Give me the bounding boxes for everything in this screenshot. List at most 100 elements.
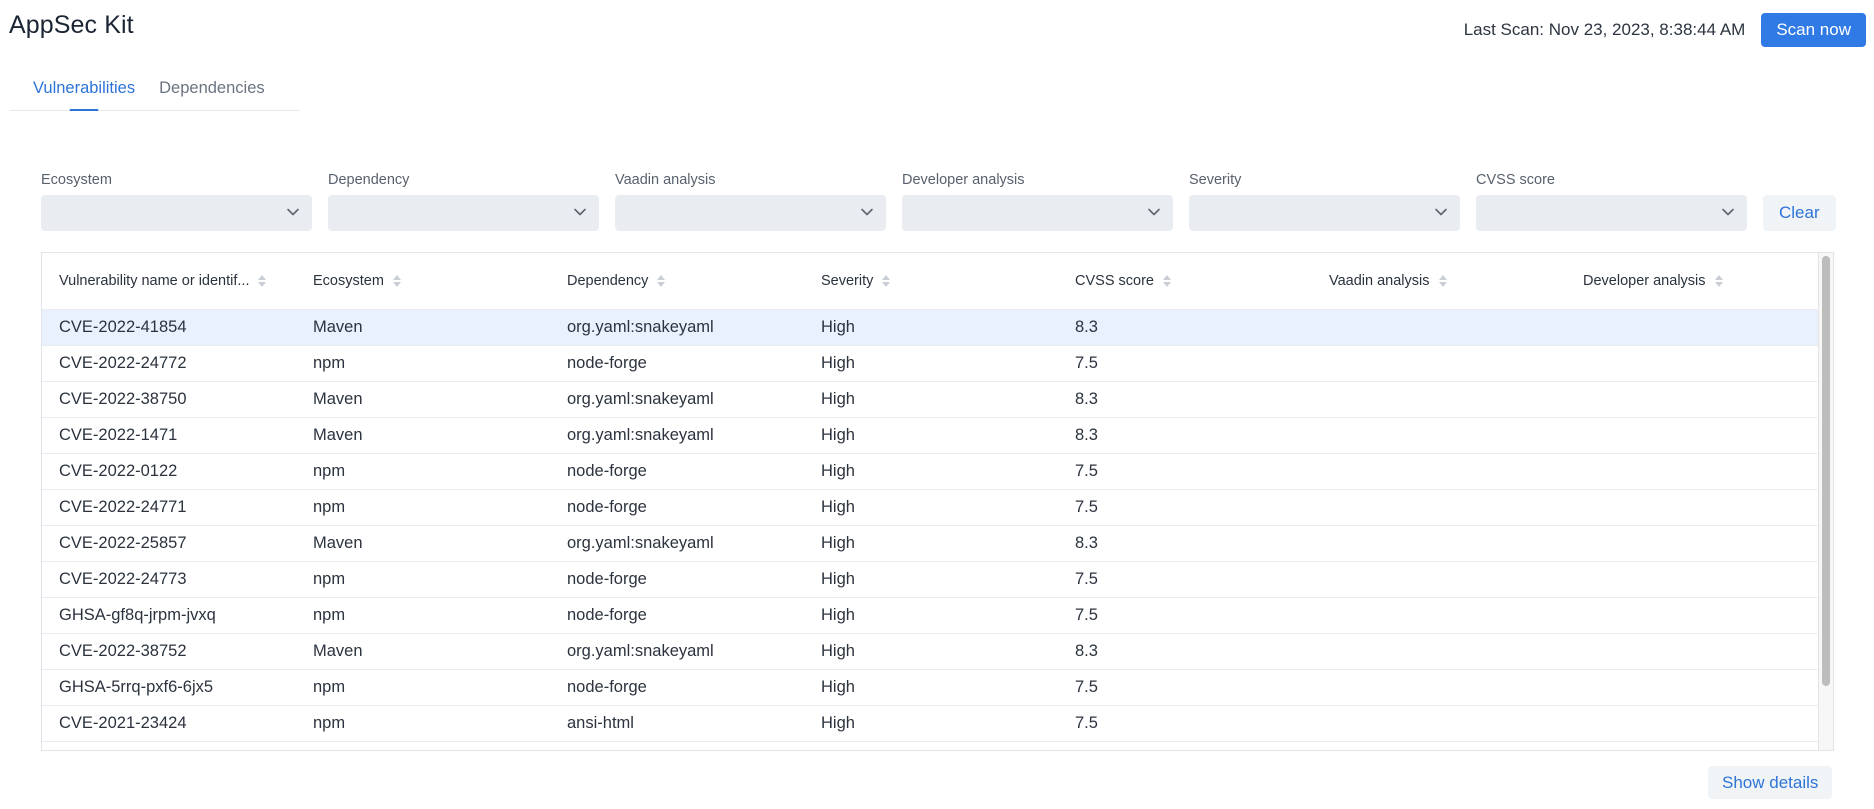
filter-developer-analysis: Developer analysis xyxy=(902,172,1173,231)
vaadin-analysis-select[interactable] xyxy=(615,195,886,231)
sort-icon[interactable] xyxy=(882,275,891,287)
header-actions: Last Scan: Nov 23, 2023, 8:38:44 AM Scan… xyxy=(1464,13,1866,47)
dependency-select[interactable] xyxy=(328,195,599,231)
scan-now-button[interactable]: Scan now xyxy=(1761,13,1866,47)
dependency-cell: org.yaml:snakeyaml xyxy=(567,642,714,660)
table-row[interactable]: GHSA-5rrq-pxf6-6jx5 npm node-forge High 7.5 xyxy=(42,670,1833,706)
table-row[interactable]: CVE-2022-25857 Maven org.yaml:snakeyaml Hig… xyxy=(42,526,1833,562)
ecosystem-cell: Maven xyxy=(313,534,363,552)
filter-label: Severity xyxy=(1189,172,1242,188)
dependency-cell: node-forge xyxy=(567,498,647,516)
column-header[interactable]: Severity xyxy=(804,273,1058,289)
sort-icon[interactable] xyxy=(392,275,401,287)
column-header-label: Dependency xyxy=(567,273,649,289)
cvss-score-cell: 8.3 xyxy=(1075,390,1098,408)
ecosystem-cell: Maven xyxy=(313,426,363,444)
severity-cell: High xyxy=(821,678,855,696)
severity-cell: High xyxy=(821,390,855,408)
filter-dependency: Dependency xyxy=(328,172,599,231)
severity-cell: High xyxy=(821,318,855,336)
filter-ecosystem: Ecosystem xyxy=(41,172,312,231)
cvss-score-cell: 7.5 xyxy=(1075,570,1098,588)
severity-cell: High xyxy=(821,354,855,372)
table-row[interactable]: CVE-2022-38750 Maven org.yaml:snakeyaml Hig… xyxy=(42,382,1833,418)
sort-icon[interactable] xyxy=(1714,275,1723,287)
table-row[interactable]: CVE-2022-1471 Maven org.yaml:snakeyaml High… xyxy=(42,418,1833,454)
chevron-down-icon xyxy=(287,208,299,216)
column-header-label: Developer analysis xyxy=(1583,273,1706,289)
vulnerabilities-grid: Vulnerability name or identif... Ecosyste… xyxy=(41,252,1834,751)
sort-icon[interactable] xyxy=(1162,275,1171,287)
cvss-score-select[interactable] xyxy=(1476,195,1747,231)
tab-vulnerabilities[interactable]: Vulnerabilities xyxy=(21,70,147,111)
column-header-label: Vulnerability name or identif... xyxy=(59,273,250,289)
last-scan-timestamp: Last Scan: Nov 23, 2023, 8:38:44 AM xyxy=(1463,20,1746,39)
ecosystem-cell: npm xyxy=(313,678,346,696)
column-header[interactable]: CVSS score xyxy=(1058,273,1312,289)
dependency-cell: node-forge xyxy=(567,606,647,624)
table-row[interactable]: CVE-2022-0122 npm node-forge High 7.5 xyxy=(42,454,1833,490)
vulnerability-id-cell: CVE-2022-24772 xyxy=(59,354,187,372)
dependency-cell: org.yaml:snakeyaml xyxy=(567,426,714,444)
scrollbar-thumb[interactable] xyxy=(1822,256,1830,686)
filter-label: Ecosystem xyxy=(41,172,112,188)
grid-header: Vulnerability name or identif... Ecosyste… xyxy=(42,253,1833,310)
severity-cell: High xyxy=(821,426,855,444)
cvss-score-cell: 7.5 xyxy=(1075,678,1098,696)
table-row[interactable]: CVE-2022-24771 npm node-forge High 7.5 xyxy=(42,490,1833,526)
chevron-down-icon xyxy=(1435,208,1447,216)
severity-cell: High xyxy=(821,498,855,516)
table-row[interactable]: CVE-2022-24773 npm node-forge High 7.5 xyxy=(42,562,1833,598)
ecosystem-select[interactable] xyxy=(41,195,312,231)
column-header[interactable]: Vaadin analysis xyxy=(1312,273,1566,289)
filter-bar: Ecosystem Dependency Vaadin analysis Develo… xyxy=(41,172,1836,231)
column-header[interactable]: Developer analysis xyxy=(1566,273,1820,289)
vulnerability-id-cell: CVE-2022-38750 xyxy=(59,390,187,408)
severity-cell: High xyxy=(821,714,855,732)
developer-analysis-select[interactable] xyxy=(902,195,1173,231)
vulnerability-id-cell: CVE-2022-24771 xyxy=(59,498,187,516)
vulnerability-id-cell: CVE-2022-24773 xyxy=(59,570,187,588)
column-header-label: Ecosystem xyxy=(313,273,384,289)
severity-select[interactable] xyxy=(1189,195,1460,231)
app-title: AppSec Kit xyxy=(9,11,134,39)
table-row[interactable]: GHSA-gf8q-jrpm-jvxq npm node-forge High 7.5 xyxy=(42,598,1833,634)
dependency-cell: node-forge xyxy=(567,570,647,588)
cvss-score-cell: 7.5 xyxy=(1075,354,1098,372)
vertical-scrollbar[interactable] xyxy=(1818,253,1833,750)
tab-label: Vulnerabilities xyxy=(33,79,136,97)
column-header-label: CVSS score xyxy=(1075,273,1154,289)
cvss-score-cell: 8.3 xyxy=(1075,642,1098,660)
chevron-down-icon xyxy=(574,208,586,216)
clear-filters-button[interactable]: Clear xyxy=(1763,195,1836,231)
table-row[interactable]: CVE-2022-41854 Maven org.yaml:snakeyaml Hig… xyxy=(42,310,1833,346)
dependency-cell: node-forge xyxy=(567,678,647,696)
dependency-cell: org.yaml:snakeyaml xyxy=(567,534,714,552)
severity-cell: High xyxy=(821,534,855,552)
dependency-cell: ansi-html xyxy=(567,714,634,732)
vulnerability-id-cell: GHSA-5rrq-pxf6-6jx5 xyxy=(59,678,214,696)
sort-icon[interactable] xyxy=(657,275,666,287)
severity-cell: High xyxy=(821,462,855,480)
vulnerability-id-cell: CVE-2022-25857 xyxy=(59,534,187,552)
cvss-score-cell: 7.5 xyxy=(1075,498,1098,516)
column-header[interactable]: Ecosystem xyxy=(296,273,550,289)
table-row[interactable]: CVE-2022-38752 Maven org.yaml:snakeyaml Hig… xyxy=(42,634,1833,670)
ecosystem-cell: Maven xyxy=(313,318,363,336)
ecosystem-cell: Maven xyxy=(313,390,363,408)
sort-icon[interactable] xyxy=(258,275,267,287)
sort-icon[interactable] xyxy=(1438,275,1447,287)
dependency-cell: org.yaml:snakeyaml xyxy=(567,390,714,408)
grid-body: CVE-2022-41854 Maven org.yaml:snakeyaml Hig… xyxy=(42,310,1833,742)
vulnerability-id-cell: CVE-2022-41854 xyxy=(59,318,187,336)
active-tab-indicator xyxy=(69,109,99,111)
show-details-button[interactable]: Show details xyxy=(1708,766,1833,799)
vulnerability-id-cell: CVE-2021-23424 xyxy=(59,714,187,732)
column-header[interactable]: Dependency xyxy=(550,273,804,289)
table-row[interactable]: CVE-2022-24772 npm node-forge High 7.5 xyxy=(42,346,1833,382)
vulnerability-id-cell: CVE-2022-38752 xyxy=(59,642,187,660)
column-header[interactable]: Vulnerability name or identif... xyxy=(42,273,296,289)
tab-dependencies[interactable]: Dependencies xyxy=(147,70,277,110)
table-row[interactable]: CVE-2021-23424 npm ansi-html High 7.5 xyxy=(42,706,1833,742)
cvss-score-cell: 8.3 xyxy=(1075,534,1098,552)
